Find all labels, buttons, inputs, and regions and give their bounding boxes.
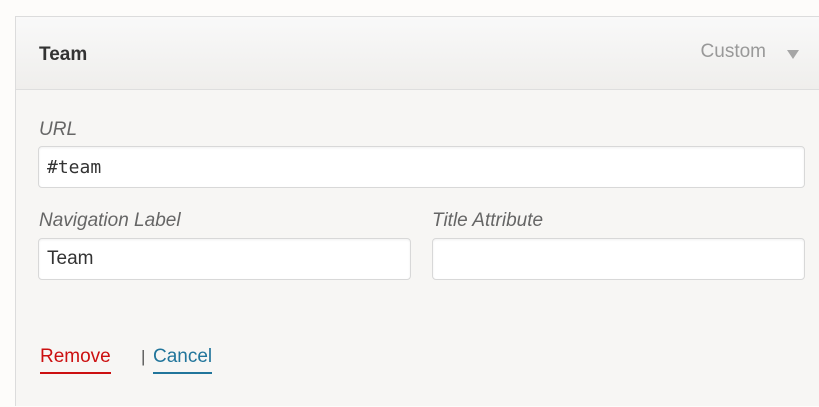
menu-item-title: Team: [39, 44, 88, 65]
menu-item-panel: Team Custom URL Navigation Label Title A…: [15, 16, 819, 406]
menu-item-header[interactable]: Team Custom: [16, 17, 819, 90]
navigation-label-label: Navigation Label: [39, 210, 181, 231]
triangle-down-icon[interactable]: [779, 39, 807, 67]
menu-item-type: Custom: [700, 41, 766, 62]
title-attribute-label: Title Attribute: [432, 210, 544, 231]
navigation-label-input[interactable]: [38, 238, 411, 280]
url-label: URL: [39, 119, 78, 140]
title-attribute-input[interactable]: [432, 238, 805, 280]
action-separator: |: [141, 347, 146, 366]
cancel-link[interactable]: Cancel: [153, 346, 213, 374]
remove-link[interactable]: Remove: [40, 346, 111, 374]
menu-item-settings: URL Navigation Label Title Attribute Rem…: [16, 90, 819, 407]
url-input[interactable]: [38, 146, 805, 188]
